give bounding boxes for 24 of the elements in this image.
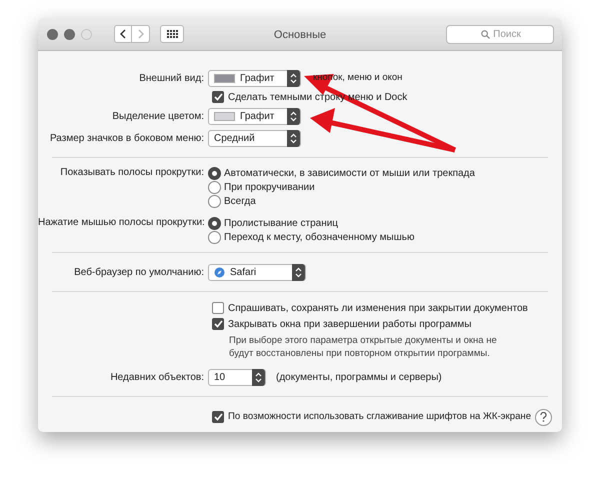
popup-button[interactable]: Графит <box>208 70 301 86</box>
popup-button[interactable]: Safari <box>208 264 306 280</box>
radio-label[interactable]: Пролистывание страниц <box>224 216 338 230</box>
help-text: При выборе этого параметра открытые документы и окна не будут восстановлены при повторном открытии программы. <box>229 334 498 360</box>
setting-label: Размер значков в боковом меню: <box>50 132 204 144</box>
setting-label: Выделение цветом: <box>112 110 204 122</box>
number-field[interactable]: 10 <box>208 368 266 386</box>
setting-label: Показывать полосы прокрутки: <box>60 167 204 178</box>
radio-label[interactable]: Автоматически, в зависимости от мыши или трекпада <box>224 166 475 180</box>
setting-label: Недавних объектов: <box>110 372 204 382</box>
setting-label: Веб-браузер по умолчанию: <box>74 266 204 278</box>
setting-label: Нажатие мышью полосы прокрутки: <box>38 217 205 228</box>
popup-button[interactable]: Средний <box>208 130 301 146</box>
radio-label[interactable]: Переход к месту, обозначенному мышью <box>224 230 414 244</box>
radio-label[interactable]: При прокручивании <box>224 180 315 194</box>
checkbox-label[interactable]: По возможности использовать сглаживание шрифтов на ЖК-экране <box>228 410 532 424</box>
setting-label: Внешний вид: <box>139 72 204 84</box>
checkbox-label[interactable]: Закрывать окна при завершении работы программы <box>228 316 472 332</box>
setting-description: (документы, программы и серверы) <box>276 370 442 384</box>
search-field[interactable]: Поиск <box>446 25 554 44</box>
radio-label[interactable]: Всегда <box>224 194 256 208</box>
popup-button[interactable]: Графит <box>208 108 301 124</box>
checkbox-label[interactable]: Спрашивать, сохранять ли изменения при закрытии документов <box>228 300 528 316</box>
window-title: Основные <box>274 28 326 43</box>
